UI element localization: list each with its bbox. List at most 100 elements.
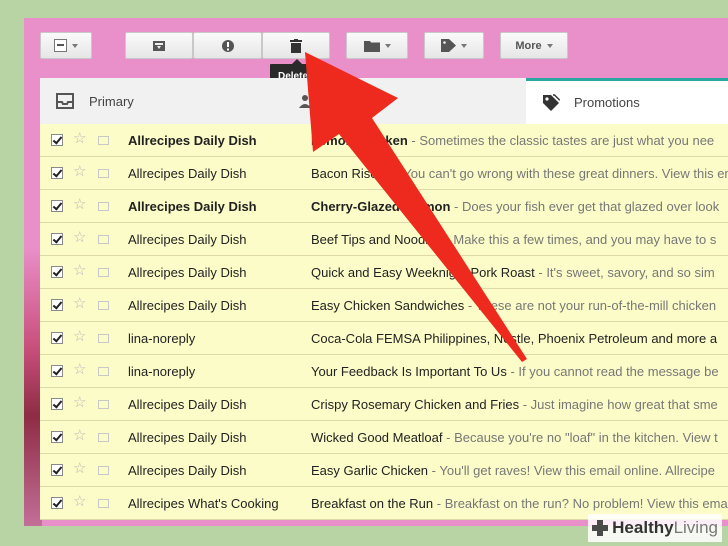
report-spam-button[interactable] — [193, 32, 262, 59]
email-row[interactable]: ☆ Allrecipes Daily Dish Easy Chicken Sandw… — [40, 289, 728, 322]
email-sender: Allrecipes Daily Dish — [128, 199, 257, 214]
importance-marker-icon[interactable] — [98, 235, 109, 244]
importance-marker-icon[interactable] — [98, 433, 109, 442]
email-snippet: - Because you're no "loaf" in the kitche… — [442, 430, 718, 445]
delete-button[interactable] — [262, 32, 330, 59]
email-row[interactable]: ☆ Allrecipes Daily Dish Beef Tips and Nood… — [40, 223, 728, 256]
email-subject: Wicked Good Meatloaf — [311, 430, 443, 445]
move-to-button[interactable] — [346, 32, 408, 59]
more-button[interactable]: More — [500, 32, 568, 59]
archive-button[interactable] — [125, 32, 193, 59]
star-icon[interactable]: ☆ — [73, 197, 86, 213]
chevron-down-icon — [384, 43, 391, 48]
email-subject: Coca-Cola FEMSA Philippines, Nestle, Pho… — [311, 331, 718, 346]
email-sender: Allrecipes Daily Dish — [128, 298, 247, 313]
email-sender: lina-noreply — [128, 364, 196, 379]
row-checkbox[interactable] — [51, 233, 63, 245]
row-checkbox[interactable] — [51, 431, 63, 443]
importance-marker-icon[interactable] — [98, 136, 109, 145]
email-row[interactable]: ☆ Allrecipes Daily Dish Lemon Chicken - So… — [40, 124, 728, 157]
email-content: Beef Tips and Noodles - Make this a few … — [311, 232, 728, 247]
tab-promotions-label: Promotions — [574, 95, 640, 110]
importance-marker-icon[interactable] — [98, 334, 109, 343]
row-checkbox[interactable] — [51, 134, 63, 146]
email-subject: Beef Tips and Noodles — [311, 232, 442, 247]
importance-marker-icon[interactable] — [98, 400, 109, 409]
email-row[interactable]: ☆ Allrecipes Daily Dish Cherry-Glazed Salm… — [40, 190, 728, 223]
email-row[interactable]: ☆ lina-noreply Coca-Cola FEMSA Philippines… — [40, 322, 728, 355]
star-icon[interactable]: ☆ — [73, 461, 86, 477]
star-icon[interactable]: ☆ — [73, 428, 86, 444]
email-sender: Allrecipes Daily Dish — [128, 265, 247, 280]
email-content: Cherry-Glazed Salmon - Does your fish ev… — [311, 199, 728, 214]
star-icon[interactable]: ☆ — [73, 263, 86, 279]
labels-button[interactable] — [424, 32, 484, 59]
email-sender: Allrecipes Daily Dish — [128, 166, 247, 181]
row-checkbox[interactable] — [51, 299, 63, 311]
importance-marker-icon[interactable] — [98, 268, 109, 277]
email-sender: Allrecipes Daily Dish — [128, 463, 247, 478]
row-checkbox[interactable] — [51, 266, 63, 278]
email-content: Easy Chicken Sandwiches - These are not … — [311, 298, 728, 313]
email-content: Breakfast on the Run - Breakfast on the … — [311, 496, 728, 511]
trash-icon — [290, 38, 302, 53]
star-icon[interactable]: ☆ — [73, 230, 86, 246]
email-row[interactable]: ☆ Allrecipes Daily Dish Quick and Easy Wee… — [40, 256, 728, 289]
gmail-window: More Delete Primary Promotions ☆ Allrecip… — [24, 18, 728, 526]
email-content: Easy Garlic Chicken - You'll get raves! … — [311, 463, 728, 478]
row-checkbox[interactable] — [51, 365, 63, 377]
email-sender: Allrecipes Daily Dish — [128, 232, 247, 247]
star-icon[interactable]: ☆ — [73, 494, 86, 510]
email-row[interactable]: ☆ Allrecipes Daily Dish Easy Garlic Chicke… — [40, 454, 728, 487]
importance-marker-icon[interactable] — [98, 499, 109, 508]
tab-social[interactable] — [283, 78, 526, 124]
star-icon[interactable]: ☆ — [73, 164, 86, 180]
email-sender: Allrecipes What's Cooking — [128, 496, 279, 511]
row-checkbox[interactable] — [51, 167, 63, 179]
email-snippet: - Just imagine how great that sme — [519, 397, 718, 412]
email-content: Bacon Risotto - You can't go wrong with … — [311, 166, 728, 181]
row-checkbox[interactable] — [51, 332, 63, 344]
email-subject: Breakfast on the Run — [311, 496, 434, 511]
email-content: Crispy Rosemary Chicken and Fries - Just… — [311, 397, 728, 412]
inbox-icon — [56, 93, 74, 109]
star-icon[interactable]: ☆ — [73, 131, 86, 147]
star-icon[interactable]: ☆ — [73, 362, 86, 378]
email-snippet: - You can't go wrong with these great di… — [391, 166, 728, 181]
select-checkbox-icon — [54, 39, 67, 52]
email-snippet: - Sometimes the classic tastes are just … — [407, 133, 715, 148]
star-icon[interactable]: ☆ — [73, 329, 86, 345]
email-row[interactable]: ☆ lina-noreply Your Feedback Is Important … — [40, 355, 728, 388]
email-row[interactable]: ☆ Allrecipes Daily Dish Wicked Good Meatlo… — [40, 421, 728, 454]
email-subject: Cherry-Glazed Salmon — [311, 199, 451, 214]
star-icon[interactable]: ☆ — [73, 395, 86, 411]
star-icon[interactable]: ☆ — [73, 296, 86, 312]
email-row[interactable]: ☆ Allrecipes Daily Dish Crispy Rosemary Ch… — [40, 388, 728, 421]
importance-marker-icon[interactable] — [98, 367, 109, 376]
archive-icon — [153, 40, 165, 51]
importance-marker-icon[interactable] — [98, 301, 109, 310]
email-subject: Bacon Risotto — [311, 166, 392, 181]
tab-promotions[interactable]: Promotions — [526, 78, 728, 124]
row-checkbox[interactable] — [51, 464, 63, 476]
row-checkbox[interactable] — [51, 398, 63, 410]
email-content: Coca-Cola FEMSA Philippines, Nestle, Pho… — [311, 331, 728, 346]
select-all-button[interactable] — [40, 32, 92, 59]
email-sender: Allrecipes Daily Dish — [128, 133, 257, 148]
row-checkbox[interactable] — [51, 497, 63, 509]
tab-primary[interactable]: Primary — [40, 78, 283, 124]
email-sender: lina-noreply — [128, 331, 196, 346]
brand-part2: Living — [673, 518, 718, 537]
spam-icon — [221, 39, 234, 52]
email-row[interactable]: ☆ Allrecipes Daily Dish Bacon Risotto - Yo… — [40, 157, 728, 190]
folder-icon — [363, 40, 380, 52]
people-icon — [299, 95, 319, 108]
plus-cross-icon — [592, 520, 609, 536]
more-label: More — [515, 39, 542, 52]
importance-marker-icon[interactable] — [98, 202, 109, 211]
email-content: Wicked Good Meatloaf - Because you're no… — [311, 430, 728, 445]
email-snippet: - It's sweet, savory, and so sim — [534, 265, 715, 280]
importance-marker-icon[interactable] — [98, 466, 109, 475]
row-checkbox[interactable] — [51, 200, 63, 212]
importance-marker-icon[interactable] — [98, 169, 109, 178]
